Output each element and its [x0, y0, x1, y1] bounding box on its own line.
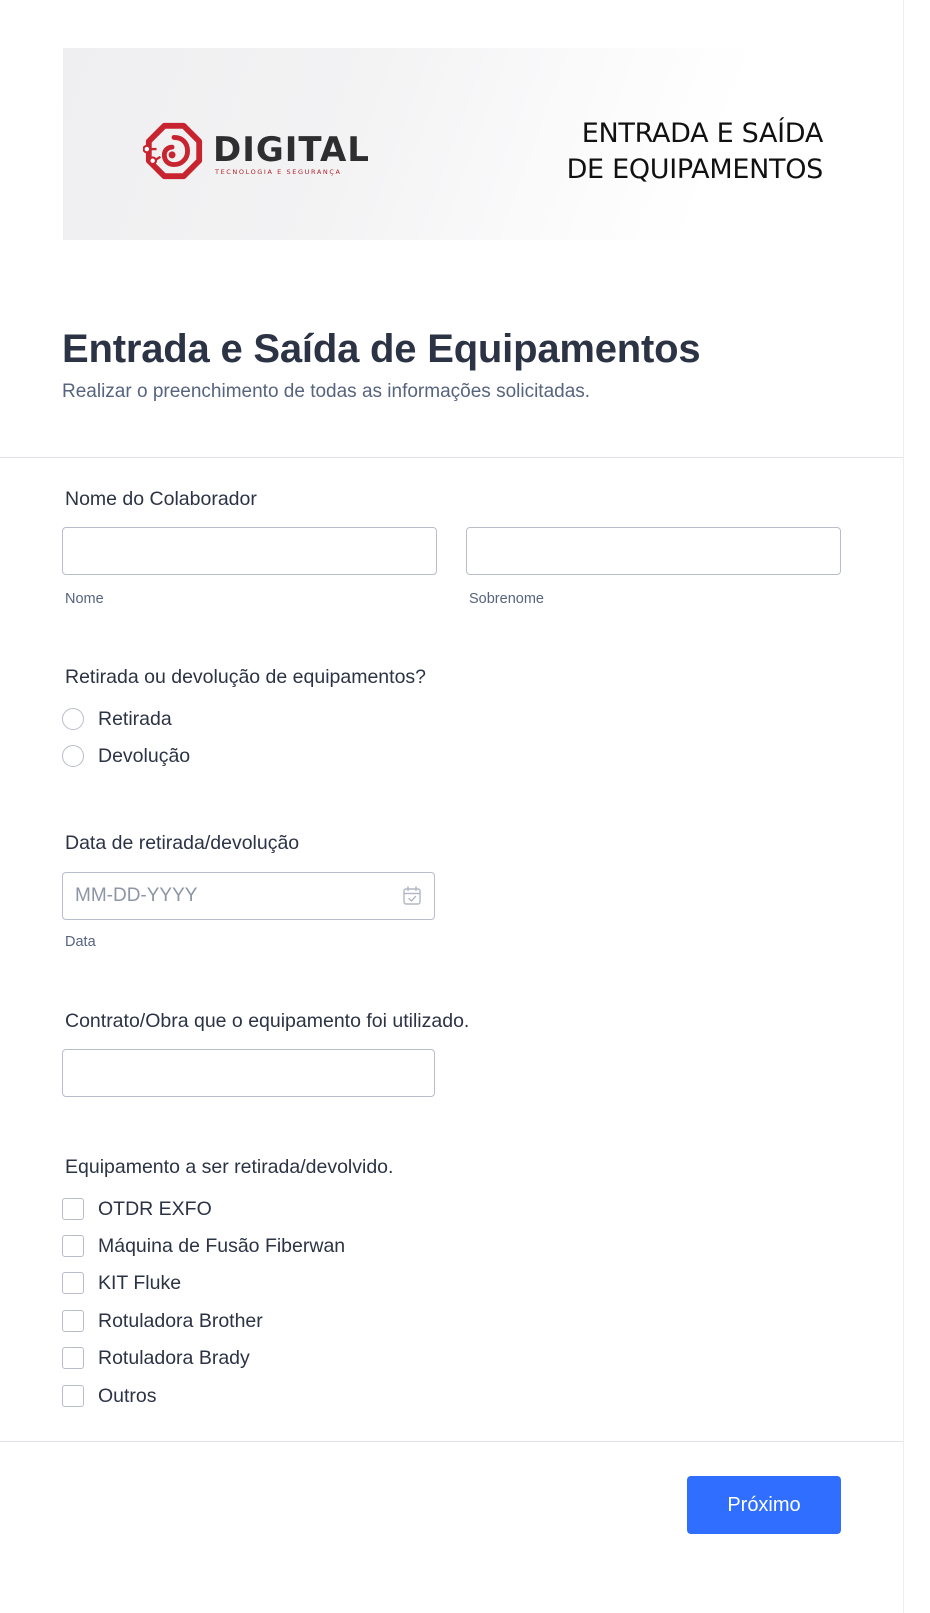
form-page: DIGITAL TECNOLOGIA E SEGURANÇA ENTRADA E… — [0, 0, 904, 1613]
radio-option-devolucao[interactable]: Devolução — [62, 743, 190, 769]
radio-button[interactable] — [62, 708, 84, 730]
withdrawal-return-label: Retirada ou devolução de equipamentos? — [65, 666, 427, 688]
header-banner: DIGITAL TECNOLOGIA E SEGURANÇA ENTRADA E… — [63, 48, 843, 240]
date-field[interactable] — [62, 872, 435, 920]
checkbox-option-outros[interactable]: Outros — [62, 1383, 157, 1409]
circuit-logo-icon — [143, 122, 203, 180]
checkbox[interactable] — [62, 1198, 84, 1220]
checkbox-option-label: Rotuladora Brother — [98, 1310, 263, 1332]
next-button[interactable]: Próximo — [687, 1476, 841, 1534]
logo-tagline: TECNOLOGIA E SEGURANÇA — [215, 167, 342, 176]
banner-title: ENTRADA E SAÍDA DE EQUIPAMENTOS — [566, 116, 824, 188]
radio-option-retirada[interactable]: Retirada — [62, 706, 172, 732]
date-sublabel: Data — [65, 934, 96, 950]
logo-text: DIGITAL TECNOLOGIA E SEGURANÇA — [213, 133, 370, 176]
checkbox-option-label: KIT Fluke — [98, 1272, 182, 1294]
form-subtitle: Realizar o preenchimento de todas as inf… — [62, 381, 591, 402]
form-title: Entrada e Saída de Equipamentos — [62, 327, 701, 371]
contract-label: Contrato/Obra que o equipamento foi util… — [65, 1010, 470, 1032]
logo-wordmark: DIGITAL — [213, 129, 370, 170]
checkbox-option-label: Outros — [98, 1385, 157, 1407]
contract-input[interactable] — [62, 1049, 435, 1097]
header-divider — [0, 457, 903, 458]
checkbox-option-kit-fluke[interactable]: KIT Fluke — [62, 1270, 181, 1296]
checkbox[interactable] — [62, 1385, 84, 1407]
calendar-icon[interactable] — [403, 886, 421, 905]
date-input[interactable] — [62, 872, 435, 920]
last-name-input[interactable] — [466, 527, 841, 575]
checkbox[interactable] — [62, 1272, 84, 1294]
checkbox-option-otdr-exfo[interactable]: OTDR EXFO — [62, 1196, 212, 1222]
checkbox[interactable] — [62, 1347, 84, 1369]
collaborator-name-label: Nome do Colaborador — [65, 488, 257, 510]
checkbox-option-label: OTDR EXFO — [98, 1198, 212, 1220]
checkbox[interactable] — [62, 1310, 84, 1332]
checkbox-option-label: Rotuladora Brady — [98, 1347, 250, 1369]
checkbox-option-label: Máquina de Fusão Fiberwan — [98, 1235, 346, 1257]
first-name-input[interactable] — [62, 527, 437, 575]
last-name-sublabel: Sobrenome — [469, 591, 544, 607]
footer-divider — [0, 1441, 903, 1442]
radio-option-label: Devolução — [98, 745, 191, 767]
radio-button[interactable] — [62, 745, 84, 767]
banner-title-line-1: ENTRADA E SAÍDA — [581, 118, 824, 149]
checkbox-option-rotuladora-brady[interactable]: Rotuladora Brady — [62, 1345, 250, 1371]
checkbox[interactable] — [62, 1235, 84, 1257]
banner-title-line-2: DE EQUIPAMENTOS — [566, 154, 824, 185]
radio-option-label: Retirada — [98, 708, 172, 730]
date-label: Data de retirada/devolução — [65, 832, 300, 854]
checkbox-option-maquina-fusao[interactable]: Máquina de Fusão Fiberwan — [62, 1233, 345, 1259]
company-logo: DIGITAL TECNOLOGIA E SEGURANÇA — [143, 122, 370, 182]
checkbox-option-rotuladora-brother[interactable]: Rotuladora Brother — [62, 1308, 263, 1334]
first-name-sublabel: Nome — [65, 591, 104, 607]
equipment-label: Equipamento a ser retirada/devolvido. — [65, 1156, 394, 1178]
